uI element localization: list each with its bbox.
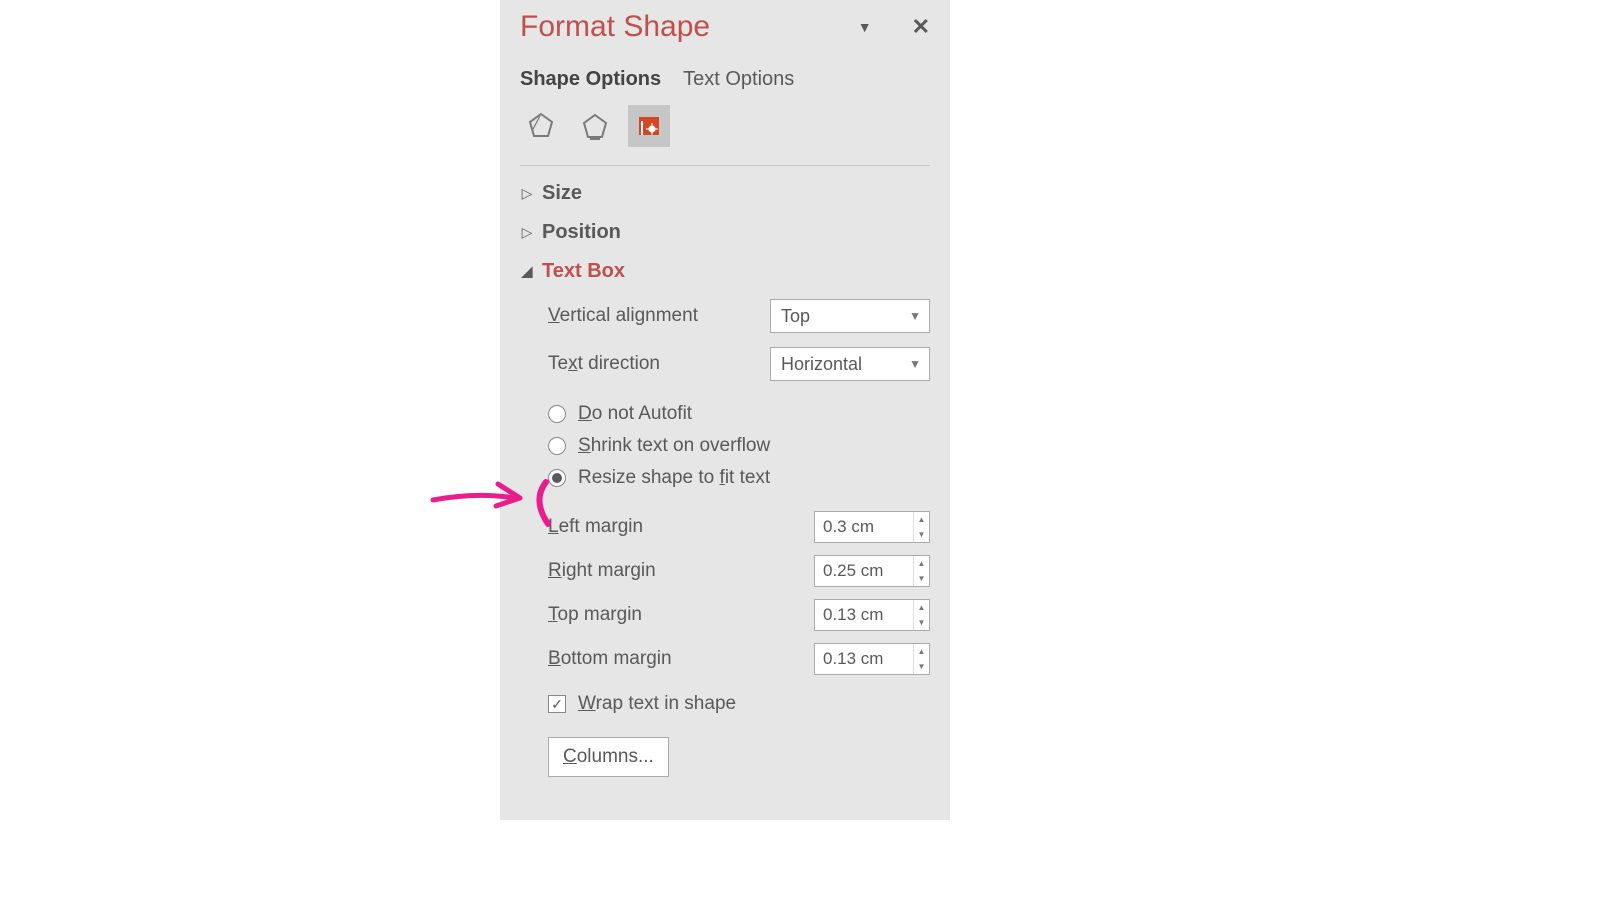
pane-title: Format Shape <box>520 10 710 44</box>
spinner-buttons: ▲ ▼ <box>913 512 929 542</box>
top-margin-label: Top margin <box>548 604 642 626</box>
expand-icon: ▷ <box>520 185 534 202</box>
spinner-up-icon[interactable]: ▲ <box>914 644 929 659</box>
divider <box>520 165 930 166</box>
dropdown-value: Horizontal <box>781 354 862 375</box>
chevron-down-icon: ▼ <box>909 309 921 323</box>
dropdown-value: Top <box>781 306 810 327</box>
spinner-buttons: ▲ ▼ <box>913 600 929 630</box>
radio-icon <box>548 437 566 455</box>
effects-icon-tab[interactable] <box>574 105 616 147</box>
pane-header-controls: ▼ ✕ <box>858 14 930 40</box>
top-margin-row: Top margin 0.13 cm ▲ ▼ <box>548 599 930 631</box>
spinner-value: 0.25 cm <box>815 556 913 586</box>
spinner-down-icon[interactable]: ▼ <box>914 527 929 542</box>
right-margin-label: Right margin <box>548 560 656 582</box>
bottom-margin-row: Bottom margin 0.13 cm ▲ ▼ <box>548 643 930 675</box>
spinner-buttons: ▲ ▼ <box>913 644 929 674</box>
section-size[interactable]: ▷ Size <box>520 182 930 205</box>
wrap-text-label: Wrap text in shape <box>578 693 736 715</box>
size-properties-icon-tab[interactable] <box>628 105 670 147</box>
spinner-value: 0.13 cm <box>815 644 913 674</box>
vertical-alignment-label: Vertical alignment <box>548 305 698 327</box>
text-direction-dropdown[interactable]: Horizontal ▼ <box>770 347 930 381</box>
section-position[interactable]: ▷ Position <box>520 221 930 244</box>
section-label: Text Box <box>542 260 625 283</box>
radio-label: Do not Autofit <box>578 403 692 425</box>
text-direction-row: Text direction Horizontal ▼ <box>548 347 930 381</box>
shrink-text-radio[interactable]: Shrink text on overflow <box>548 435 930 457</box>
do-not-autofit-radio[interactable]: Do not Autofit <box>548 403 930 425</box>
chevron-down-icon: ▼ <box>909 357 921 371</box>
icon-tab-row <box>520 105 930 147</box>
right-margin-spinner[interactable]: 0.25 cm ▲ ▼ <box>814 555 930 587</box>
columns-button[interactable]: Columns... <box>548 737 669 777</box>
vertical-alignment-row: Vertical alignment Top ▼ <box>548 299 930 333</box>
fill-line-icon-tab[interactable] <box>520 105 562 147</box>
top-margin-spinner[interactable]: 0.13 cm ▲ ▼ <box>814 599 930 631</box>
pane-header: Format Shape ▼ ✕ <box>520 10 930 44</box>
collapse-icon: ◢ <box>520 263 534 280</box>
close-icon[interactable]: ✕ <box>912 14 930 40</box>
spinner-up-icon[interactable]: ▲ <box>914 556 929 571</box>
checkbox-checked-icon: ✓ <box>548 695 566 713</box>
spinner-up-icon[interactable]: ▲ <box>914 600 929 615</box>
left-margin-row: Left margin 0.3 cm ▲ ▼ <box>548 511 930 543</box>
section-label: Position <box>542 221 621 244</box>
section-label: Size <box>542 182 582 205</box>
resize-shape-to-fit-text-radio[interactable]: Resize shape to fit text <box>548 467 930 489</box>
spinner-down-icon[interactable]: ▼ <box>914 659 929 674</box>
radio-label: Shrink text on overflow <box>578 435 770 457</box>
tab-shape-options[interactable]: Shape Options <box>520 68 661 91</box>
left-margin-spinner[interactable]: 0.3 cm ▲ ▼ <box>814 511 930 543</box>
spinner-up-icon[interactable]: ▲ <box>914 512 929 527</box>
expand-icon: ▷ <box>520 224 534 241</box>
spinner-value: 0.3 cm <box>815 512 913 542</box>
section-text-box[interactable]: ◢ Text Box <box>520 260 930 283</box>
right-margin-row: Right margin 0.25 cm ▲ ▼ <box>548 555 930 587</box>
autofit-radio-group: Do not Autofit Shrink text on overflow R… <box>548 403 930 489</box>
spinner-buttons: ▲ ▼ <box>913 556 929 586</box>
spinner-down-icon[interactable]: ▼ <box>914 571 929 586</box>
pane-tabs: Shape Options Text Options <box>520 68 930 91</box>
tab-text-options[interactable]: Text Options <box>683 68 794 91</box>
vertical-alignment-dropdown[interactable]: Top ▼ <box>770 299 930 333</box>
wrap-text-checkbox-row[interactable]: ✓ Wrap text in shape <box>548 693 930 715</box>
bottom-margin-label: Bottom margin <box>548 648 672 670</box>
radio-label: Resize shape to fit text <box>578 467 770 489</box>
radio-icon-selected <box>548 469 566 487</box>
bottom-margin-spinner[interactable]: 0.13 cm ▲ ▼ <box>814 643 930 675</box>
spinner-value: 0.13 cm <box>815 600 913 630</box>
text-box-body: Vertical alignment Top ▼ Text direction … <box>548 299 930 777</box>
left-margin-label: Left margin <box>548 516 643 538</box>
radio-icon <box>548 405 566 423</box>
margins-group: Left margin 0.3 cm ▲ ▼ Right margin 0.25… <box>548 511 930 675</box>
pane-collapse-icon[interactable]: ▼ <box>858 19 872 35</box>
text-direction-label: Text direction <box>548 353 660 375</box>
format-shape-pane: Format Shape ▼ ✕ Shape Options Text Opti… <box>500 0 950 820</box>
spinner-down-icon[interactable]: ▼ <box>914 615 929 630</box>
